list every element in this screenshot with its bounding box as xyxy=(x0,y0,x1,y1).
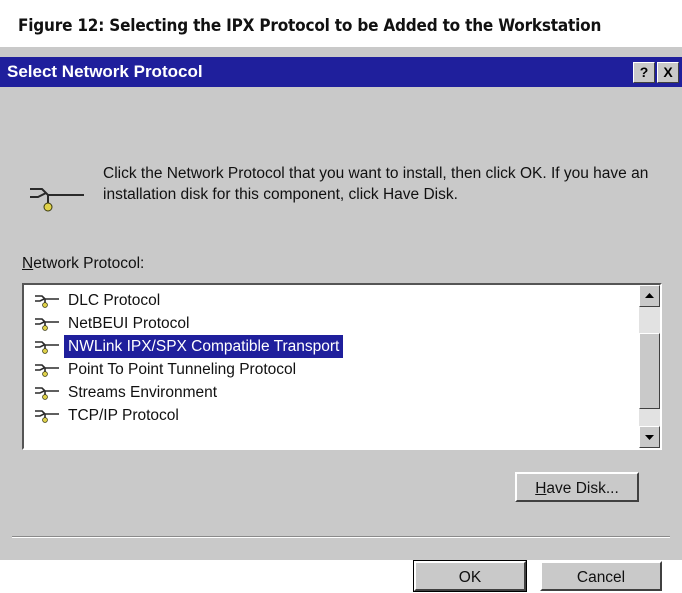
protocol-label: DLC Protocol xyxy=(68,292,161,309)
protocol-label: NWLink IPX/SPX Compatible Transport xyxy=(64,335,344,358)
scroll-up-button[interactable] xyxy=(639,285,660,307)
network-protocol-label-rest: etwork Protocol: xyxy=(33,255,145,272)
protocol-icon xyxy=(34,407,60,430)
have-disk-accesskey: H xyxy=(535,480,547,497)
protocol-list: DLC Protocol NetBEUI Protocol NWLink IPX/S… xyxy=(24,289,634,427)
network-protocol-icon xyxy=(28,179,86,218)
ok-button[interactable]: OK xyxy=(413,560,527,592)
scroll-up-arrow-icon xyxy=(645,293,654,298)
scroll-down-button[interactable] xyxy=(639,426,660,448)
dialog-titlebar: Select Network Protocol ? X xyxy=(0,57,682,87)
protocol-list-item[interactable]: TCP/IP Protocol xyxy=(24,404,634,427)
network-protocol-label: Network Protocol: xyxy=(22,255,144,273)
protocol-label: Streams Environment xyxy=(68,384,218,401)
listbox-scrollbar[interactable] xyxy=(639,285,660,448)
help-button[interactable]: ? xyxy=(633,62,655,83)
instruction-text: Click the Network Protocol that you want… xyxy=(103,165,649,203)
button-separator xyxy=(12,536,670,538)
protocol-list-item[interactable]: NetBEUI Protocol xyxy=(24,312,634,335)
protocol-list-item[interactable]: Point To Point Tunneling Protocol xyxy=(24,358,634,381)
protocol-label: NetBEUI Protocol xyxy=(68,315,190,332)
network-protocol-listbox[interactable]: DLC Protocol NetBEUI Protocol NWLink IPX/S… xyxy=(22,283,662,450)
protocol-list-item[interactable]: NWLink IPX/SPX Compatible Transport xyxy=(24,335,634,358)
protocol-label: Point To Point Tunneling Protocol xyxy=(68,361,297,378)
figure-caption-bar: Figure 12: Selecting the IPX Protocol to… xyxy=(0,0,682,47)
protocol-list-item[interactable]: DLC Protocol xyxy=(24,289,634,312)
close-button[interactable]: X xyxy=(657,62,679,83)
figure-caption: Figure 12: Selecting the IPX Protocol to… xyxy=(18,16,602,36)
scroll-down-arrow-icon xyxy=(645,435,654,440)
scroll-thumb[interactable] xyxy=(639,333,660,409)
cancel-button[interactable]: Cancel xyxy=(540,561,662,591)
have-disk-label-rest: ave Disk... xyxy=(546,480,619,497)
protocol-list-item[interactable]: Streams Environment xyxy=(24,381,634,404)
network-protocol-label-accesskey: N xyxy=(22,255,34,272)
have-disk-button[interactable]: Have Disk... xyxy=(515,472,639,502)
select-network-protocol-dialog: Select Network Protocol ? X Click the Ne… xyxy=(0,47,682,592)
protocol-label: TCP/IP Protocol xyxy=(68,407,179,424)
dialog-title: Select Network Protocol xyxy=(7,62,203,81)
